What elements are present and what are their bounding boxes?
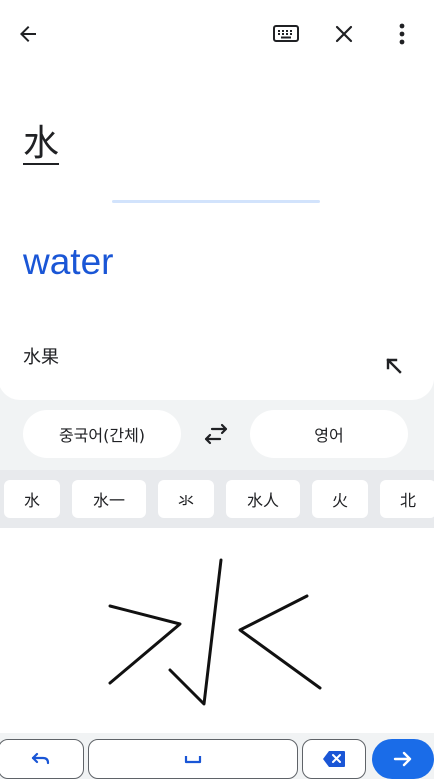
- swap-arrows-icon: [204, 423, 228, 445]
- undo-icon: [31, 752, 50, 765]
- keyboard-icon: [273, 25, 299, 42]
- candidate-item[interactable]: 北: [380, 480, 434, 518]
- undo-button[interactable]: [0, 739, 84, 779]
- back-button[interactable]: [10, 16, 46, 52]
- more-options-button[interactable]: [384, 16, 420, 52]
- divider: [112, 200, 320, 203]
- target-language-button[interactable]: 영어: [250, 410, 408, 458]
- space-button[interactable]: [88, 739, 298, 779]
- source-text[interactable]: 水: [23, 120, 59, 168]
- backspace-button[interactable]: [302, 739, 366, 779]
- backspace-icon: [323, 751, 345, 767]
- keyboard-button[interactable]: [266, 16, 306, 52]
- translation-text[interactable]: water: [23, 238, 113, 286]
- close-button[interactable]: [326, 16, 362, 52]
- candidate-item[interactable]: 水人: [226, 480, 300, 518]
- swap-languages-button[interactable]: [196, 418, 236, 450]
- source-language-button[interactable]: 중국어(간체): [23, 410, 181, 458]
- space-bar-icon: [184, 756, 202, 764]
- arrow-up-left-icon: [386, 358, 402, 374]
- expand-button[interactable]: [378, 350, 410, 382]
- enter-button[interactable]: [372, 739, 434, 779]
- close-icon: [335, 25, 353, 43]
- suggestion-text[interactable]: 水果: [23, 343, 59, 369]
- arrow-forward-icon: [393, 751, 412, 767]
- candidate-item[interactable]: 水一: [72, 480, 146, 518]
- candidate-bar: [0, 470, 434, 528]
- more-vert-icon: [399, 23, 405, 45]
- handwriting-strokes: [108, 558, 322, 706]
- candidate-item[interactable]: 水: [4, 480, 60, 518]
- candidate-item[interactable]: 氺: [158, 480, 214, 518]
- candidate-item[interactable]: 火: [312, 480, 368, 518]
- back-arrow-icon: [20, 26, 36, 42]
